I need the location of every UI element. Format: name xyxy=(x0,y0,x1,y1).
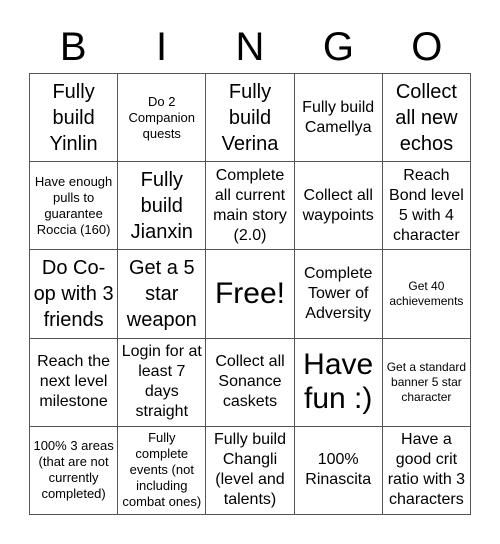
header-letter-n: N xyxy=(235,25,265,69)
bingo-cell[interactable]: Get a standard banner 5 star character xyxy=(382,338,471,427)
bingo-cell[interactable]: 100% Rinascita xyxy=(294,426,383,515)
bingo-cell[interactable]: Collect all waypoints xyxy=(294,162,383,251)
bingo-cell[interactable]: Fully build Camellya xyxy=(294,74,383,163)
bingo-cell[interactable]: Get a 5 star weapon xyxy=(118,250,207,339)
bingo-cell-text: 100% Rinascita xyxy=(305,451,372,489)
bingo-cell-text: Have enough pulls to guarantee Roccia (1… xyxy=(34,173,113,237)
bingo-cell-text: Get a 5 star weapon xyxy=(126,256,197,331)
bingo-cell-text: Fully build Yinlin xyxy=(49,80,98,155)
bingo-cell-text: Get a standard banner 5 star character xyxy=(386,359,467,404)
bingo-cell-text: Fully build Verina xyxy=(221,80,279,155)
header-letter-o: O xyxy=(411,25,443,69)
bingo-cell-text: Fully build Changli (level and talents) xyxy=(213,431,286,509)
bingo-cell-text: Reach the next level milestone xyxy=(37,353,111,411)
bingo-cell[interactable]: Do Co-op with 3 friends xyxy=(30,250,119,339)
bingo-cell[interactable]: Collect all Sonance caskets xyxy=(206,338,295,427)
bingo-cell-text: Collect all new echos xyxy=(395,80,458,155)
bingo-cell-text: Complete Tower of Adversity xyxy=(303,264,373,322)
header-letter-g: G xyxy=(322,25,354,69)
bingo-cell-text: Complete all current main story (2.0) xyxy=(213,166,287,244)
bingo-cell[interactable]: Fully complete events (not including com… xyxy=(118,426,207,515)
bingo-cell-text: Fully complete events (not including com… xyxy=(122,430,202,510)
bingo-cell-text: Have fun :) xyxy=(303,348,374,416)
bingo-cell[interactable]: Have a good crit ratio with 3 characters xyxy=(382,426,471,515)
bingo-cell-text: Get 40 achievements xyxy=(389,278,464,308)
bingo-header: B I N G O xyxy=(29,22,471,72)
header-letter-i: I xyxy=(156,25,168,69)
bingo-cell-text: Reach Bond level 5 with 4 character xyxy=(389,166,464,244)
bingo-cell-text: 100% 3 areas (that are not currently com… xyxy=(33,438,114,502)
bingo-cell-text: Fully build Camellya xyxy=(302,98,375,136)
bingo-cell[interactable]: Fully build Yinlin xyxy=(30,74,119,163)
bingo-cell-text: Fully build Jianxin xyxy=(130,168,193,243)
bingo-cell-free[interactable]: Free! xyxy=(206,250,295,339)
bingo-cell-text: Have a good crit ratio with 3 characters xyxy=(387,431,466,509)
bingo-cell[interactable]: Get 40 achievements xyxy=(382,250,471,339)
bingo-cell[interactable]: Do 2 Companion quests xyxy=(118,74,207,163)
bingo-cell[interactable]: Fully build Jianxin xyxy=(118,162,207,251)
bingo-cell-text: Do 2 Companion quests xyxy=(128,93,196,141)
bingo-cell-text: Collect all waypoints xyxy=(302,186,374,224)
bingo-cell[interactable]: Complete all current main story (2.0) xyxy=(206,162,295,251)
bingo-cell[interactable]: Complete Tower of Adversity xyxy=(294,250,383,339)
bingo-cell[interactable]: Have enough pulls to guarantee Roccia (1… xyxy=(30,162,119,251)
bingo-cell-text: Login for at least 7 days straight xyxy=(121,343,202,421)
bingo-cell-text: Collect all Sonance caskets xyxy=(215,353,285,411)
bingo-board: Fully build Yinlin Do 2 Companion quests F… xyxy=(29,73,471,515)
bingo-cell[interactable]: Fully build Changli (level and talents) xyxy=(206,426,295,515)
bingo-cell[interactable]: Collect all new echos xyxy=(382,74,471,163)
bingo-cell[interactable]: Reach Bond level 5 with 4 character xyxy=(382,162,471,251)
bingo-cell-text: Do Co-op with 3 friends xyxy=(33,256,114,331)
header-letter-b: B xyxy=(59,25,87,69)
bingo-cell[interactable]: Fully build Verina xyxy=(206,74,295,163)
bingo-cell[interactable]: Reach the next level milestone xyxy=(30,338,119,427)
bingo-cell[interactable]: Have fun :) xyxy=(294,338,383,427)
bingo-cell-text: Free! xyxy=(214,276,285,310)
bingo-cell[interactable]: 100% 3 areas (that are not currently com… xyxy=(30,426,119,515)
bingo-cell[interactable]: Login for at least 7 days straight xyxy=(118,338,207,427)
